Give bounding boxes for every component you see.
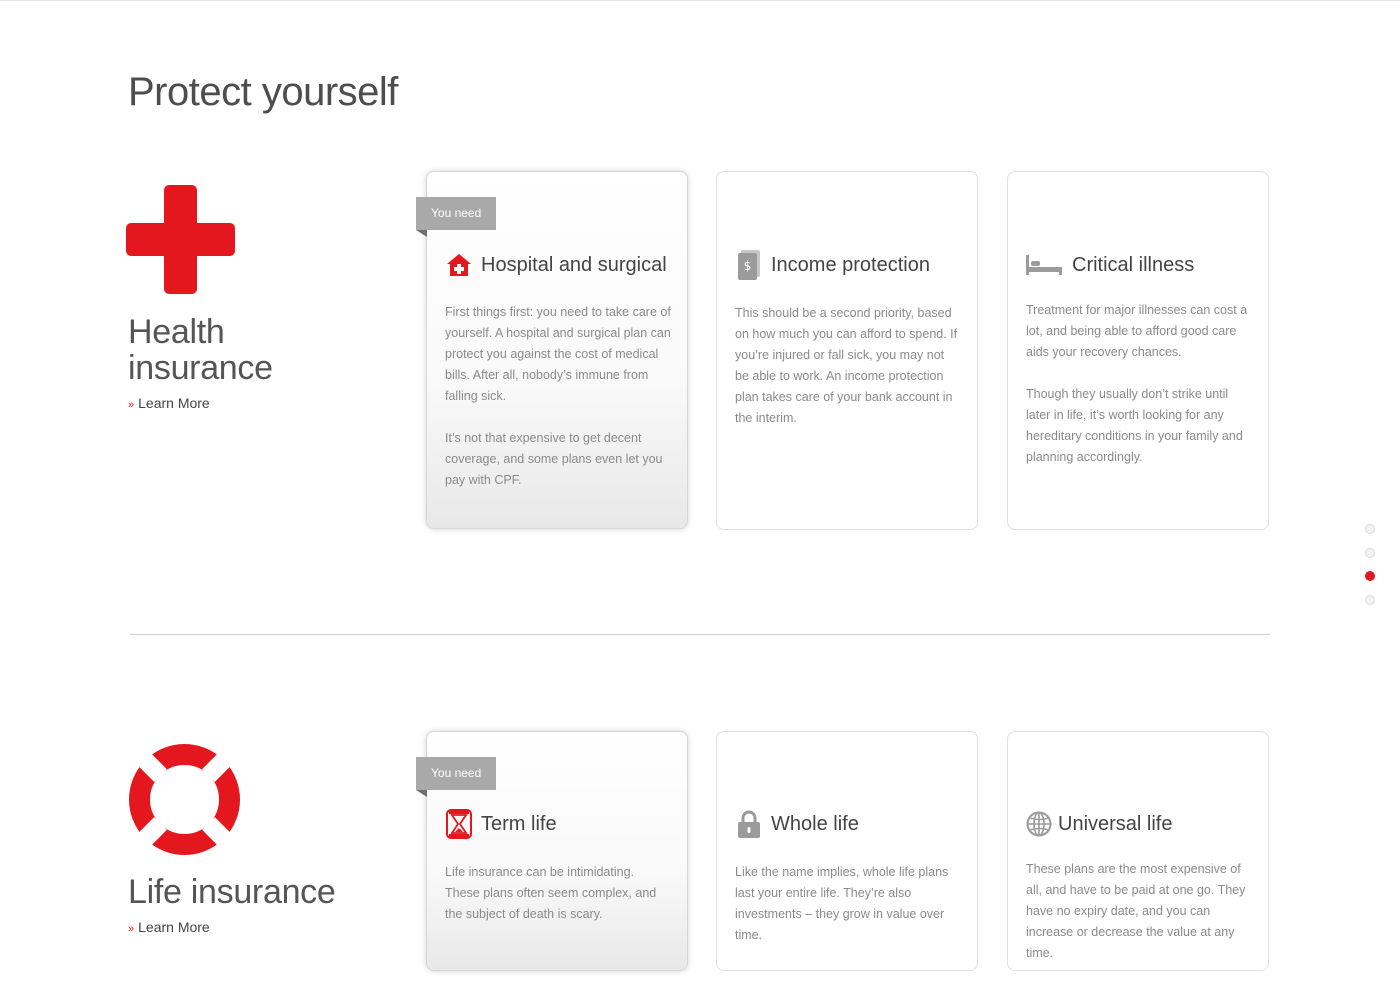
card-paragraph: This should be a second priority, based … (735, 306, 958, 425)
card-whole-life[interactable]: Whole life Like the name implies, whole … (716, 731, 978, 971)
learn-more-life-link[interactable]: » Learn More (128, 919, 210, 935)
nav-dot[interactable] (1365, 524, 1375, 534)
card-description: Treatment for major illnesses can cost a… (1026, 300, 1252, 489)
nav-dot-active[interactable] (1365, 571, 1375, 581)
card-title: Hospital and surgical (481, 253, 667, 276)
card-header: $ Income protection (735, 250, 930, 280)
card-description: This should be a second priority, based … (735, 303, 961, 450)
hourglass-icon (445, 809, 473, 839)
card-term-life[interactable]: You need Term life Life insurance can be… (416, 731, 688, 971)
card-header: Whole life (735, 810, 859, 838)
section-title-health: Health insurance (128, 314, 273, 386)
red-cross-icon (126, 185, 235, 294)
card-header: Universal life (1026, 810, 1172, 838)
card-header: Critical illness (1026, 251, 1194, 279)
bed-icon (1026, 251, 1064, 279)
card-critical-illness[interactable]: Critical illness Treatment for major ill… (1007, 171, 1269, 530)
section-title-line: Life insurance (128, 873, 336, 911)
card-paragraph: These plans are the most expensive of al… (1026, 862, 1246, 960)
section-title-line: Health (128, 313, 225, 351)
card-header: Term life (445, 809, 557, 839)
learn-more-label: Learn More (138, 919, 210, 935)
money-document-icon: $ (735, 250, 763, 280)
card-paragraph: Like the name implies, whole life plans … (735, 865, 949, 942)
card-title: Critical illness (1072, 253, 1195, 276)
card-paragraph: First things first: you need to take car… (445, 305, 671, 403)
top-rule (0, 0, 1400, 1)
learn-more-label: Learn More (138, 395, 210, 411)
card-paragraph: It’s not that expensive to get decent co… (445, 431, 663, 487)
badge-label: You need (431, 206, 482, 220)
lifebuoy-icon (129, 744, 240, 855)
section-title-life: Life insurance (128, 874, 336, 910)
card-title: Universal life (1058, 812, 1173, 835)
card-universal-life[interactable]: Universal life These plans are the most … (1007, 731, 1269, 971)
card-description: Like the name implies, whole life plans … (735, 862, 961, 967)
card-header: Hospital and surgical (445, 251, 667, 279)
card-title: Term life (481, 812, 557, 835)
chevron-right-icon: » (128, 399, 135, 411)
svg-text:$: $ (744, 259, 752, 273)
you-need-badge: You need (416, 197, 497, 237)
learn-more-health-link[interactable]: » Learn More (128, 395, 210, 411)
card-title: Whole life (771, 812, 859, 835)
globe-icon (1026, 810, 1052, 838)
section-nav-dots (1365, 524, 1375, 618)
section-title-line: insurance (128, 349, 273, 387)
card-title: Income protection (771, 253, 930, 276)
card-paragraph: Life insurance can be intimidating. Thes… (445, 865, 657, 921)
section-divider (130, 634, 1270, 635)
card-description: First things first: you need to take car… (445, 302, 671, 512)
hospital-icon (445, 251, 473, 279)
card-income-protection[interactable]: $ Income protection This should be a sec… (716, 171, 978, 530)
nav-dot[interactable] (1365, 594, 1375, 605)
card-description: Life insurance can be intimidating. Thes… (445, 862, 671, 946)
card-hospital-surgical[interactable]: You need Hospital and surgical First thi… (416, 171, 688, 529)
card-paragraph: Treatment for major illnesses can cost a… (1026, 303, 1248, 359)
you-need-badge: You need (416, 757, 497, 797)
page-title: Protect yourself (128, 70, 398, 114)
card-description: These plans are the most expensive of al… (1026, 859, 1252, 985)
padlock-icon (735, 810, 763, 838)
nav-dot[interactable] (1365, 547, 1375, 558)
card-paragraph: Though they usually don’t strike until l… (1026, 387, 1243, 464)
chevron-right-icon: » (128, 923, 135, 935)
badge-label: You need (431, 766, 482, 780)
